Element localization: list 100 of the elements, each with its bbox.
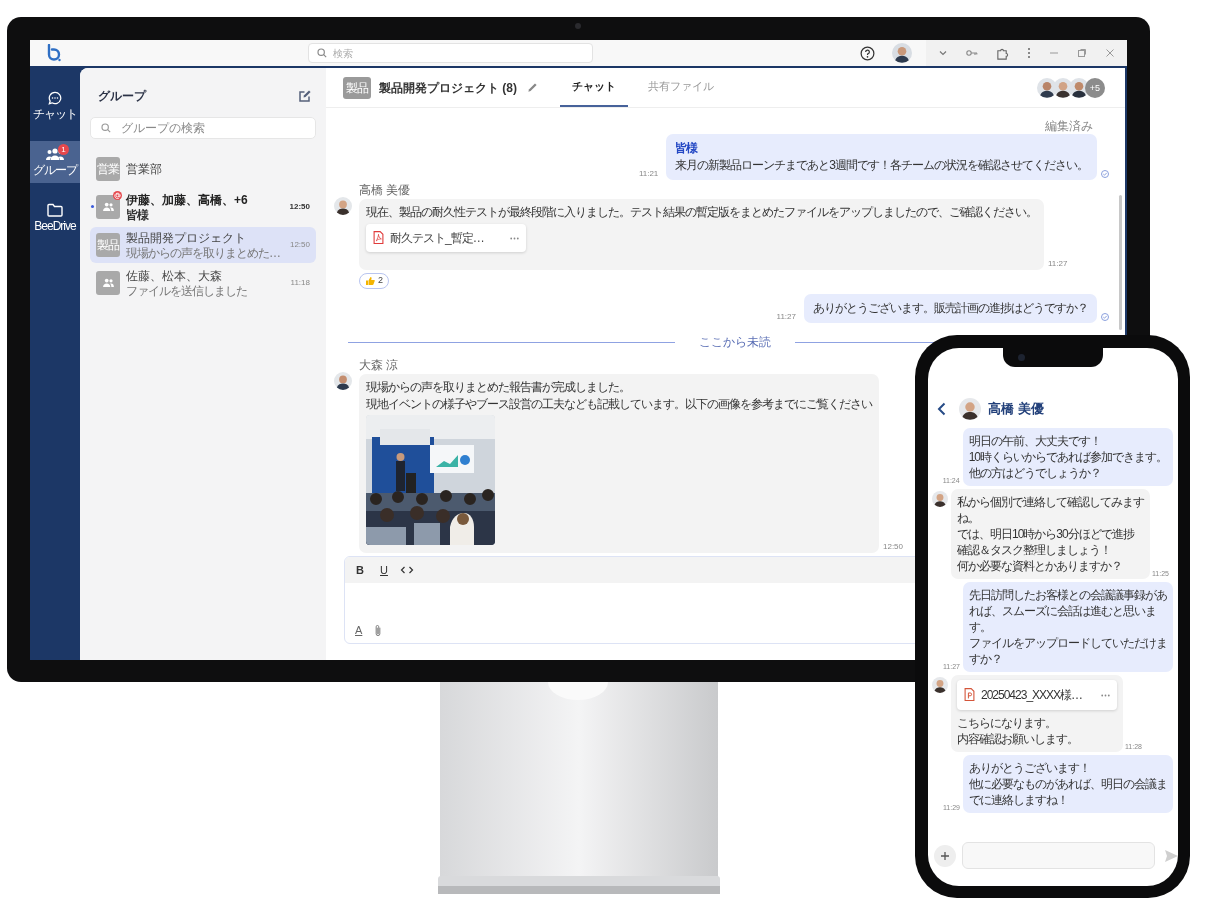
unread-divider-label: ここから未読 bbox=[697, 334, 772, 351]
message-text: 明日の午前、大丈夫です！ bbox=[968, 433, 1102, 449]
paperclip-icon[interactable] bbox=[374, 623, 383, 637]
help-icon[interactable] bbox=[860, 45, 875, 61]
message-text: ありがとうございます！ bbox=[969, 760, 1091, 776]
search-icon bbox=[317, 48, 327, 58]
reaction-button[interactable]: 2 bbox=[359, 273, 389, 289]
more-members-badge: +5 bbox=[1085, 77, 1105, 98]
group-time: 12:50 bbox=[289, 201, 310, 213]
message-text: では、明日10時から30分ほどで進捗 bbox=[957, 526, 1134, 542]
group-name: 佐藤、松本、大森 bbox=[126, 268, 222, 284]
plus-icon bbox=[940, 850, 950, 861]
group-item[interactable]: 伊藤、加藤、高橋、+6 皆様 12:50 bbox=[90, 189, 316, 225]
code-icon[interactable] bbox=[400, 565, 414, 575]
message-text: 現在、製品の耐久性テストが最終段階に入りました。テスト結果の暫定版をまとめたファイルをアップしましたので、ご確認ください。 bbox=[366, 204, 1037, 221]
puzzle-icon[interactable] bbox=[996, 46, 1009, 60]
message-preview: 皆様 bbox=[126, 207, 148, 222]
more-icon[interactable] bbox=[1101, 693, 1110, 697]
message-text: 先日訪問したお客様との会議議事録があ bbox=[969, 587, 1167, 603]
person-avatar bbox=[334, 372, 352, 390]
message-time: 11:27 bbox=[1048, 258, 1068, 270]
message-text: ね。 bbox=[957, 510, 979, 526]
message-text: 確認＆タスク整理しましょう！ bbox=[957, 542, 1111, 558]
scrollbar[interactable] bbox=[1119, 195, 1122, 330]
message-preview: ファイルを送信しました bbox=[126, 283, 247, 298]
message-time: 12:50 bbox=[883, 541, 904, 553]
people-icon bbox=[101, 202, 115, 212]
bold-button[interactable]: B bbox=[352, 562, 368, 578]
tab[interactable]: チャット bbox=[560, 68, 628, 107]
message-text: 内容確認お願いします。 bbox=[957, 731, 1078, 747]
notification-badge: 1 bbox=[58, 144, 69, 155]
group-time: 11:18 bbox=[290, 277, 310, 289]
message-text: す。 bbox=[969, 619, 992, 635]
avatar-text: 営業 bbox=[97, 161, 119, 178]
message-text: 現地イベントの様子やブース設営の工夫なども記載しています。以下の画像を参考までにご覧ください bbox=[366, 396, 872, 413]
message-text: 何か必要な資料とかありますか？ bbox=[957, 558, 1122, 574]
maximize-icon[interactable] bbox=[1077, 48, 1087, 58]
presentation-file-icon bbox=[964, 688, 975, 702]
avatar-text: 製品 bbox=[97, 237, 119, 254]
person-avatar[interactable] bbox=[892, 43, 912, 63]
underline-button[interactable]: U bbox=[376, 562, 392, 578]
message-time: 11:27 bbox=[776, 311, 796, 323]
file-name: 20250423_XXXX様… bbox=[981, 687, 1083, 703]
message-text: 10時くらいからであれば参加できます。 bbox=[968, 449, 1167, 465]
more-icon[interactable] bbox=[510, 236, 519, 240]
app-logo bbox=[46, 44, 62, 62]
group-name: 営業部 bbox=[126, 161, 162, 177]
file-attachment[interactable]: 耐久テスト_暫定… bbox=[366, 224, 526, 252]
send-icon[interactable] bbox=[1165, 849, 1178, 862]
nav-label: BeeDrive bbox=[34, 220, 76, 233]
add-button[interactable] bbox=[934, 844, 956, 867]
search-icon bbox=[101, 123, 111, 133]
people-icon bbox=[101, 278, 115, 288]
person-avatar bbox=[334, 197, 352, 215]
group-item[interactable]: 佐藤、松本、大森 ファイルを送信しました 11:18 bbox=[90, 265, 316, 301]
mention-name: 皆様 bbox=[675, 140, 699, 157]
file-attachment[interactable]: 20250423_XXXX様… bbox=[957, 680, 1117, 710]
edit-icon[interactable] bbox=[298, 89, 312, 103]
nav-item[interactable]: グループ 1 bbox=[30, 141, 80, 183]
message-text: 来月の新製品ローンチまであと3週間です！各チームの状況を確認させてください。 bbox=[675, 157, 1088, 174]
message-text: でに連絡しますね！ bbox=[969, 792, 1069, 808]
back-icon[interactable] bbox=[937, 402, 946, 416]
more-vertical-icon[interactable] bbox=[1027, 47, 1031, 59]
avatar-text: 製品 bbox=[346, 79, 368, 97]
message-text: ファイルをアップロードしていただけま bbox=[969, 635, 1167, 651]
person-avatar bbox=[959, 398, 981, 420]
key-icon[interactable] bbox=[966, 48, 978, 58]
chevron-down-icon[interactable] bbox=[938, 48, 948, 58]
chat-title: 製品開発プロジェクト (8) bbox=[379, 79, 517, 97]
message-text: 他に必要なものがあれば、明日の会議ま bbox=[969, 776, 1167, 792]
folder-icon bbox=[47, 203, 63, 217]
message-text: れば、スムーズに会話は進むと思いま bbox=[969, 603, 1157, 619]
message-text: すか？ bbox=[969, 651, 1003, 667]
message-text: 他の方はどうでしょうか？ bbox=[968, 465, 1102, 481]
chat-icon bbox=[48, 91, 62, 105]
message-text: 私から個別で連絡して確認してみます bbox=[957, 494, 1144, 510]
panel-title: グループ bbox=[98, 88, 146, 105]
text-color-button[interactable]: A bbox=[355, 623, 363, 637]
file-name: 耐久テスト_暫定… bbox=[390, 229, 484, 247]
person-avatar bbox=[932, 677, 948, 693]
message-text: こちらになります。 bbox=[957, 715, 1056, 731]
edited-label: 編集済み bbox=[1045, 120, 1093, 133]
thumbs-up-icon bbox=[365, 276, 375, 286]
message-text: ありがとうございます。販売計画の進捗はどうですか？ bbox=[813, 300, 1088, 317]
person-avatar bbox=[932, 491, 948, 507]
nav-label: グループ bbox=[33, 164, 77, 177]
nav-item[interactable]: チャット bbox=[30, 85, 80, 127]
message-text: 現場からの声を取りまとめた報告書が完成しました。 bbox=[366, 379, 630, 396]
sender-name: 高橋 美優 bbox=[359, 184, 412, 197]
message-input[interactable] bbox=[962, 842, 1155, 869]
nav-item[interactable]: BeeDrive bbox=[30, 197, 80, 239]
group-name: 伊藤、加藤、高橋、+6 bbox=[126, 192, 248, 208]
sender-name: 大森 涼 bbox=[359, 359, 400, 372]
nav-label: チャット bbox=[33, 108, 77, 121]
group-item[interactable]: 営業 営業部 bbox=[90, 151, 316, 187]
close-icon[interactable] bbox=[1105, 48, 1115, 58]
group-name: 製品開発プロジェクト bbox=[126, 230, 246, 246]
group-time: 12:50 bbox=[289, 239, 310, 251]
pencil-icon[interactable] bbox=[527, 82, 538, 93]
search-field[interactable]: グループの検索 bbox=[90, 117, 316, 139]
